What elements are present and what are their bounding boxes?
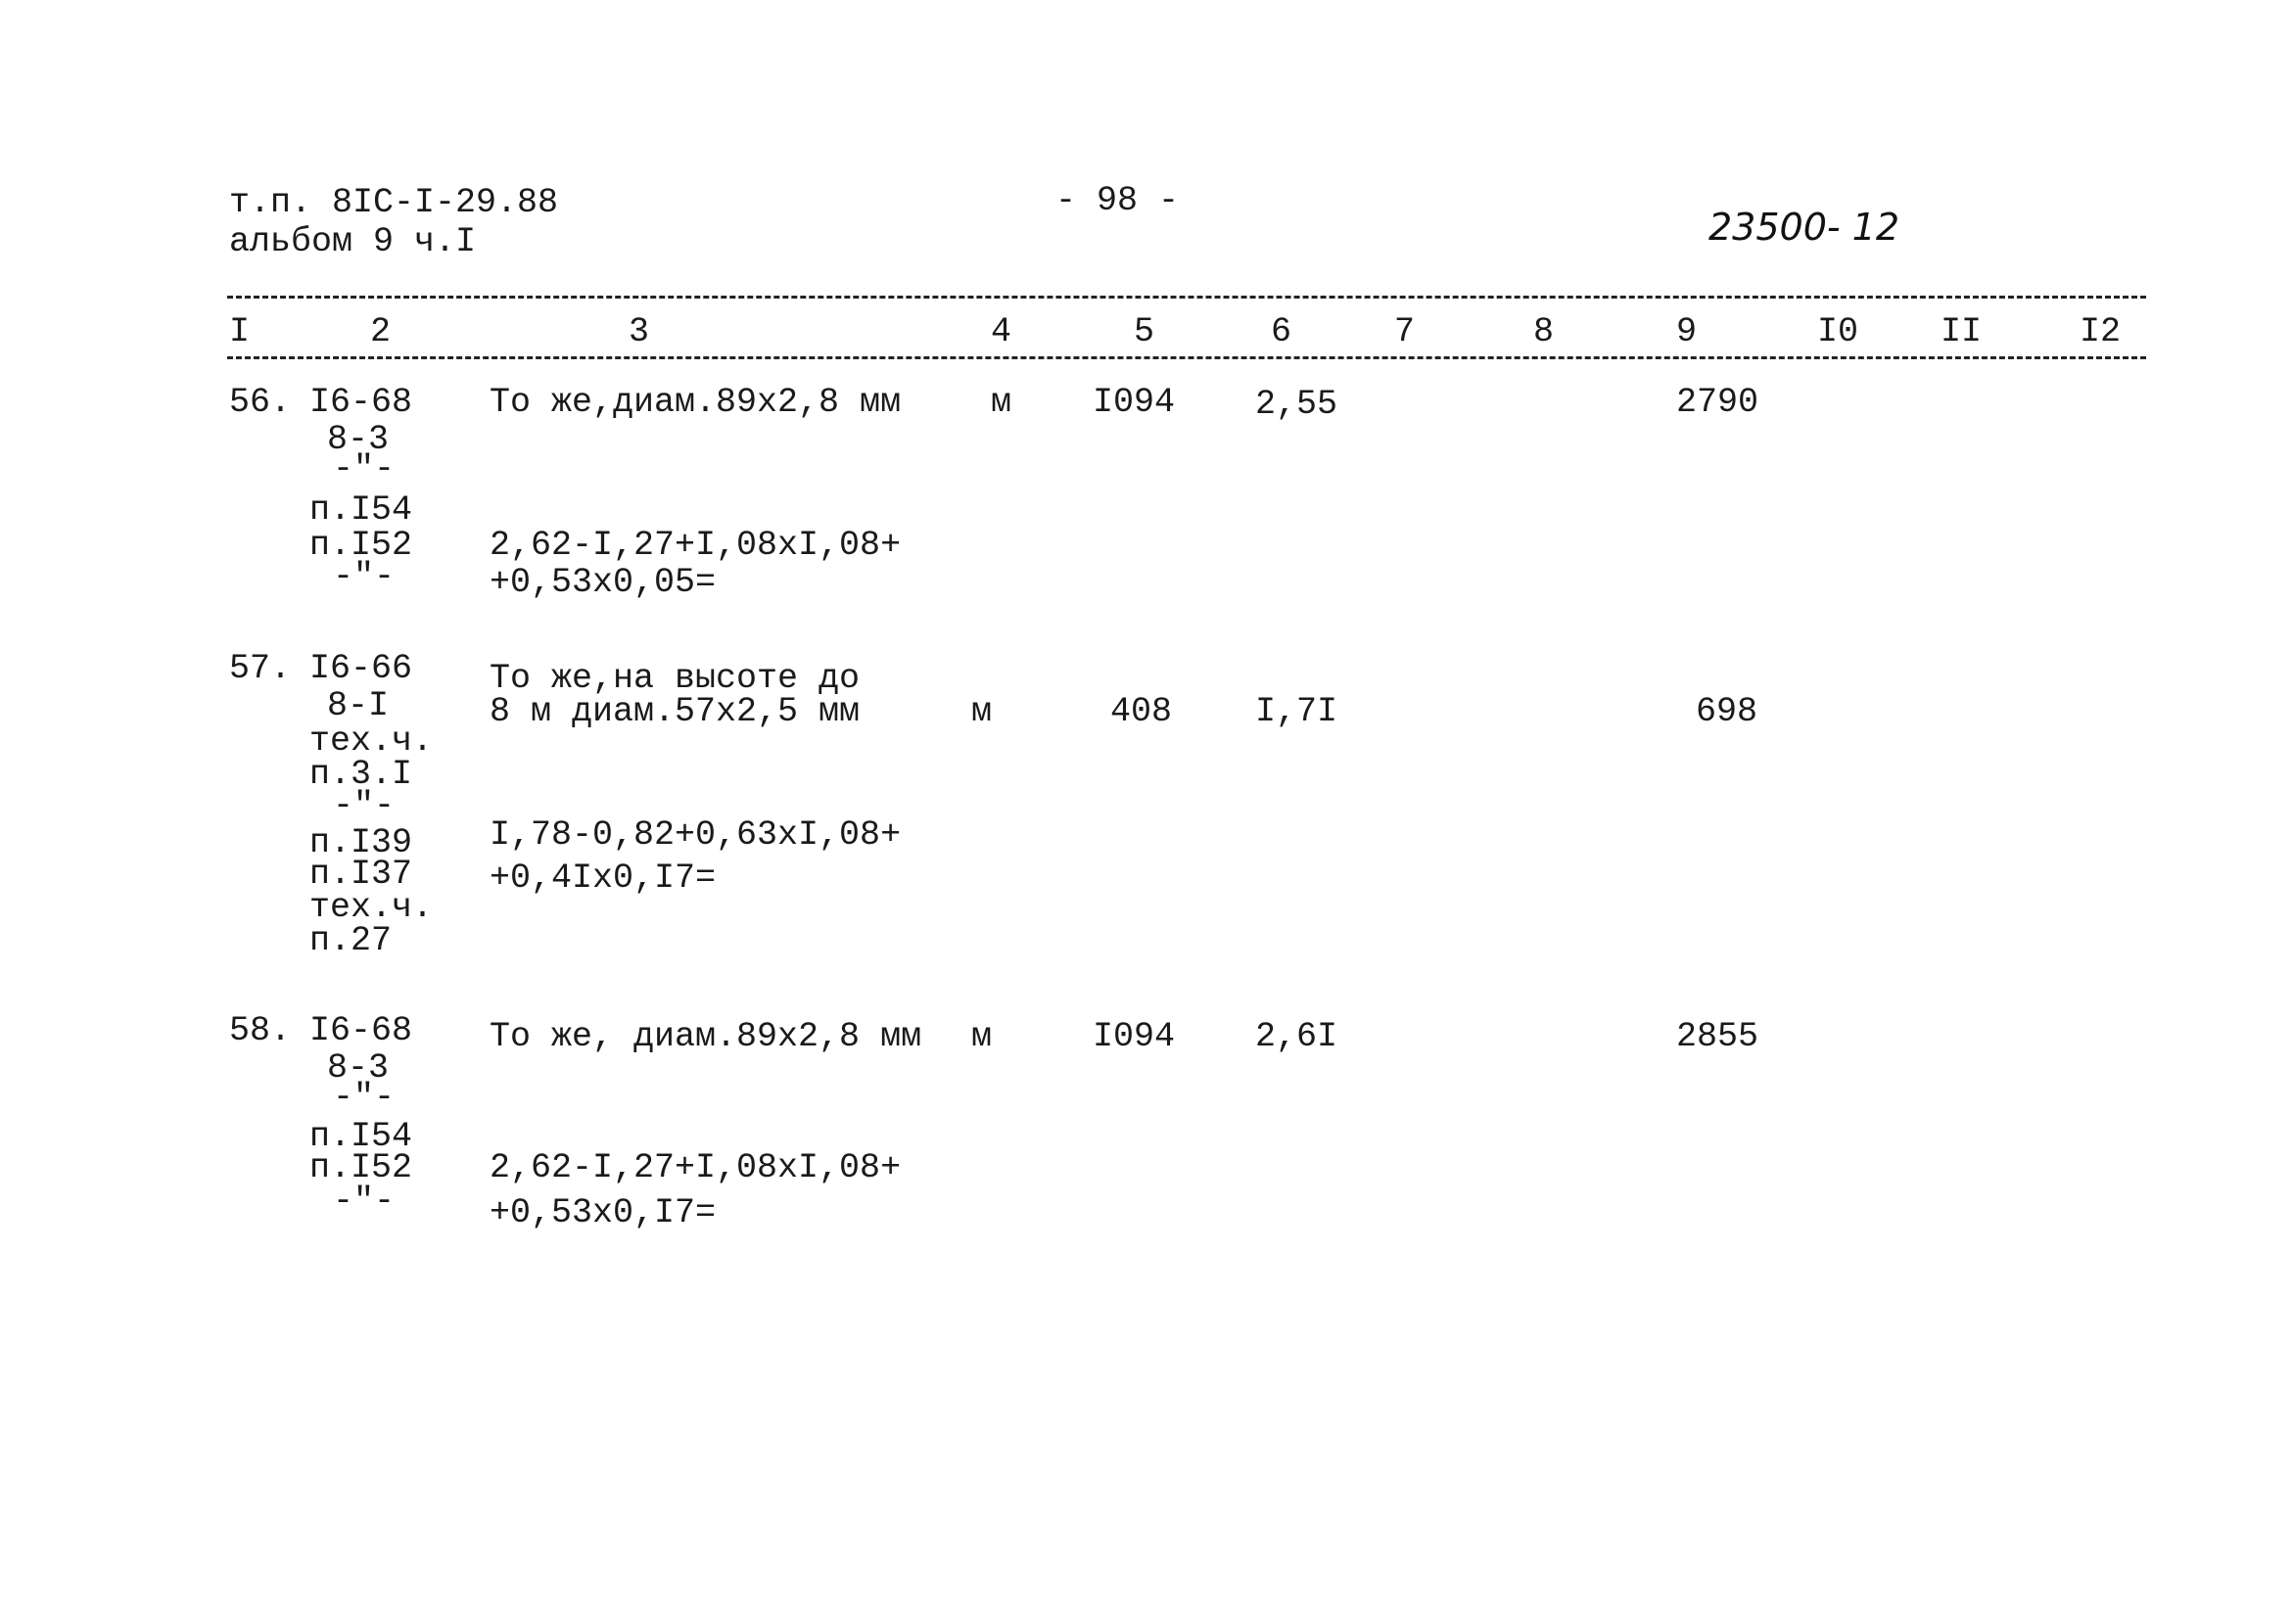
album-label: альбом 9 ч.I [229, 222, 477, 261]
norm-code: 8-I [327, 686, 390, 725]
item-description: 8 м диам.57х2,5 мм [490, 692, 861, 731]
calculation: 2,62-I,27+I,08хI,08+ [490, 1148, 902, 1187]
column-header-8: 8 [1533, 312, 1555, 351]
norm-code: п.I54 [309, 490, 413, 530]
item-description: То же,диам.89х2,8 мм [490, 383, 902, 422]
handwritten-code: 23500- 12 [1708, 206, 1900, 249]
norm-code: I6-66 [309, 649, 413, 688]
unit: м [971, 692, 993, 731]
column-header-1: I [229, 312, 251, 351]
document-reference: т.п. 8IC-I-29.88 [229, 183, 559, 222]
page-number: - 98 - [1055, 181, 1180, 220]
item-description: То же, диам.89х2,8 мм [490, 1017, 922, 1056]
unit-price: I,7I [1255, 692, 1338, 731]
ditto-mark: -"- [333, 449, 396, 488]
calculation: I,78-0,82+0,63хI,08+ [490, 815, 902, 855]
calculation: +0,53х0,05= [490, 563, 717, 602]
calculation: +0,53х0,I7= [490, 1193, 717, 1232]
column-header-6: 6 [1271, 312, 1292, 351]
calculation: 2,62-I,27+I,08хI,08+ [490, 526, 902, 565]
unit: м [991, 383, 1012, 422]
column-header-5: 5 [1134, 312, 1155, 351]
calculation: +0,4Iх0,I7= [490, 858, 717, 898]
ditto-mark: -"- [333, 1182, 396, 1221]
column-header-7: 7 [1394, 312, 1416, 351]
column-header-2: 2 [370, 312, 392, 351]
header-bottom-rule [227, 356, 2146, 359]
row-number: 56. [229, 383, 292, 422]
quantity: I094 [1093, 1017, 1176, 1056]
norm-code: I6-68 [309, 383, 413, 422]
ditto-mark: -"- [333, 557, 396, 596]
ditto-mark: -"- [333, 786, 396, 825]
header-top-rule [227, 296, 2146, 299]
total: 2855 [1676, 1017, 1759, 1056]
ditto-mark: -"- [333, 1078, 396, 1117]
unit-price: 2,55 [1255, 385, 1338, 424]
quantity: I094 [1093, 383, 1176, 422]
column-header-11: II [1941, 312, 1983, 351]
total: 2790 [1676, 383, 1759, 422]
column-header-3: 3 [629, 312, 650, 351]
quantity: 408 [1110, 692, 1173, 731]
norm-code: I6-68 [309, 1011, 413, 1050]
row-number: 58. [229, 1011, 292, 1050]
norm-code: п.27 [309, 921, 393, 960]
row-number: 57. [229, 649, 292, 688]
column-header-4: 4 [991, 312, 1012, 351]
column-header-9: 9 [1676, 312, 1698, 351]
unit: м [971, 1017, 993, 1056]
total: 698 [1696, 692, 1758, 731]
column-header-12: I2 [2080, 312, 2122, 351]
unit-price: 2,6I [1255, 1017, 1338, 1056]
column-header-10: I0 [1817, 312, 1859, 351]
